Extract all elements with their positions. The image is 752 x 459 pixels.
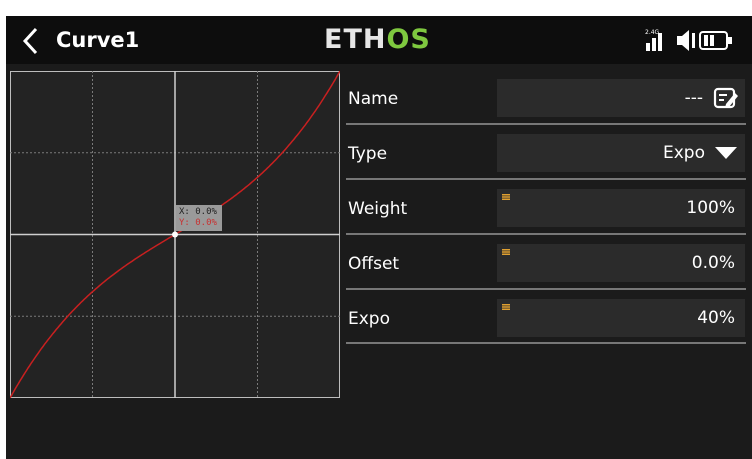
expo-field[interactable]: 40% (497, 299, 745, 337)
curve-graph[interactable] (10, 71, 340, 398)
name-value: --- (684, 88, 703, 108)
offset-field[interactable]: 0.0% (497, 244, 745, 282)
speaker-icon (677, 30, 695, 51)
battery-icon (699, 31, 732, 50)
number-edit-marker-icon (502, 304, 510, 310)
edit-icon[interactable] (713, 87, 739, 109)
svg-text:2.4G: 2.4G (645, 29, 660, 36)
expo-value: 40% (697, 308, 735, 328)
type-label: Type (348, 144, 388, 164)
weight-label: Weight (348, 199, 408, 219)
page-title: Curve1 (56, 28, 140, 52)
weight-field[interactable]: 100% (497, 189, 745, 227)
ethos-logo: ETHOS (324, 24, 431, 55)
dropdown-arrow-icon (715, 147, 737, 159)
name-label: Name (348, 89, 399, 109)
row-divider (346, 233, 746, 235)
row-divider (346, 123, 746, 125)
row-divider (346, 178, 746, 180)
radio-screen: Curve1 ETHOS 2.4G X: 0.0% Y: 0.0% Name -… (0, 0, 752, 459)
name-field[interactable]: --- (497, 79, 745, 117)
readout-x: X: 0.0% (179, 207, 217, 217)
row-divider (346, 288, 746, 290)
number-edit-marker-icon (502, 194, 510, 200)
back-arrow-icon[interactable] (20, 24, 42, 58)
row-divider (346, 342, 746, 344)
number-edit-marker-icon (502, 249, 510, 255)
signal-icon: 2.4G (645, 29, 662, 51)
weight-value: 100% (686, 198, 735, 218)
readout-y: Y: 0.0% (179, 218, 217, 228)
offset-value: 0.0% (691, 253, 735, 273)
offset-label: Offset (348, 254, 400, 274)
type-dropdown[interactable]: Expo (497, 134, 745, 172)
status-icons: 2.4G (645, 29, 732, 51)
expo-label: Expo (348, 309, 390, 329)
type-value: Expo (663, 143, 705, 163)
point-readout: X: 0.0% Y: 0.0% (176, 205, 222, 231)
curve-point-marker (172, 231, 178, 238)
